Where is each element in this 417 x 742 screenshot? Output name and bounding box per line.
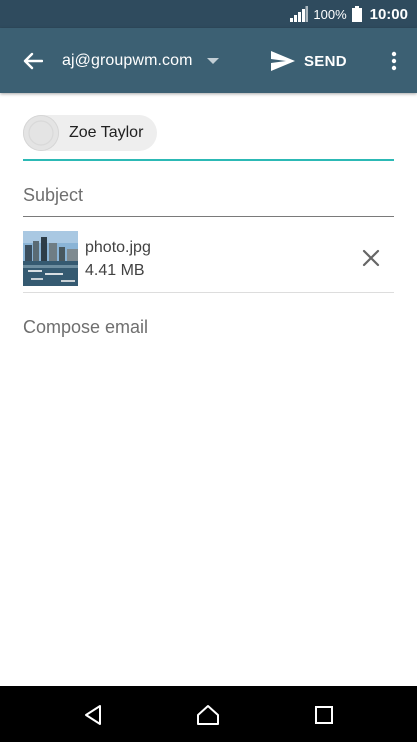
attachment-file-name: photo.jpg — [85, 239, 151, 256]
recipient-name: Zoe Taylor — [69, 124, 144, 141]
send-label: SEND — [304, 52, 347, 70]
more-vert-icon — [391, 51, 397, 71]
recents-icon — [315, 706, 333, 724]
dropdown-caret-icon — [206, 58, 219, 64]
nav-home-button[interactable] — [193, 700, 223, 730]
account-selector[interactable]: aj@groupwm.com — [62, 45, 219, 77]
recipient-chip[interactable]: Zoe Taylor — [23, 115, 158, 151]
home-icon — [197, 705, 219, 725]
attachment-file-size: 4.41 MB — [85, 262, 145, 279]
remove-attachment-button[interactable] — [360, 247, 382, 269]
avatar — [23, 115, 59, 151]
account-email: aj@groupwm.com — [62, 52, 193, 69]
send-icon — [271, 51, 295, 71]
close-icon — [362, 249, 380, 267]
nav-back-button[interactable] — [78, 700, 108, 730]
status-bar: 100% 10:00 — [0, 0, 417, 28]
attachment-thumbnail — [23, 231, 78, 286]
back-triangle-icon — [85, 705, 101, 725]
signal-icon — [290, 6, 309, 22]
send-button[interactable]: SEND — [270, 45, 347, 77]
attachment-item[interactable]: photo.jpg 4.41 MB — [23, 217, 394, 293]
more-options-button[interactable] — [383, 44, 405, 78]
subject-field[interactable]: Subject — [23, 174, 394, 217]
app-bar: aj@groupwm.com SEND — [0, 28, 417, 93]
subject-placeholder: Subject — [23, 185, 84, 205]
status-indicators: 100% 10:00 — [290, 0, 408, 28]
recipient-field[interactable]: Zoe Taylor — [23, 93, 394, 161]
battery-percent: 100% — [313, 6, 347, 22]
nav-recents-button[interactable] — [309, 700, 339, 730]
clock: 10:00 — [369, 5, 408, 23]
back-button[interactable] — [16, 44, 50, 78]
navigation-bar — [0, 686, 417, 742]
compose-body-field[interactable]: Compose email — [23, 317, 148, 338]
contact-avatar-icon — [24, 116, 58, 150]
back-arrow-icon — [23, 52, 43, 70]
battery-icon — [351, 6, 362, 22]
